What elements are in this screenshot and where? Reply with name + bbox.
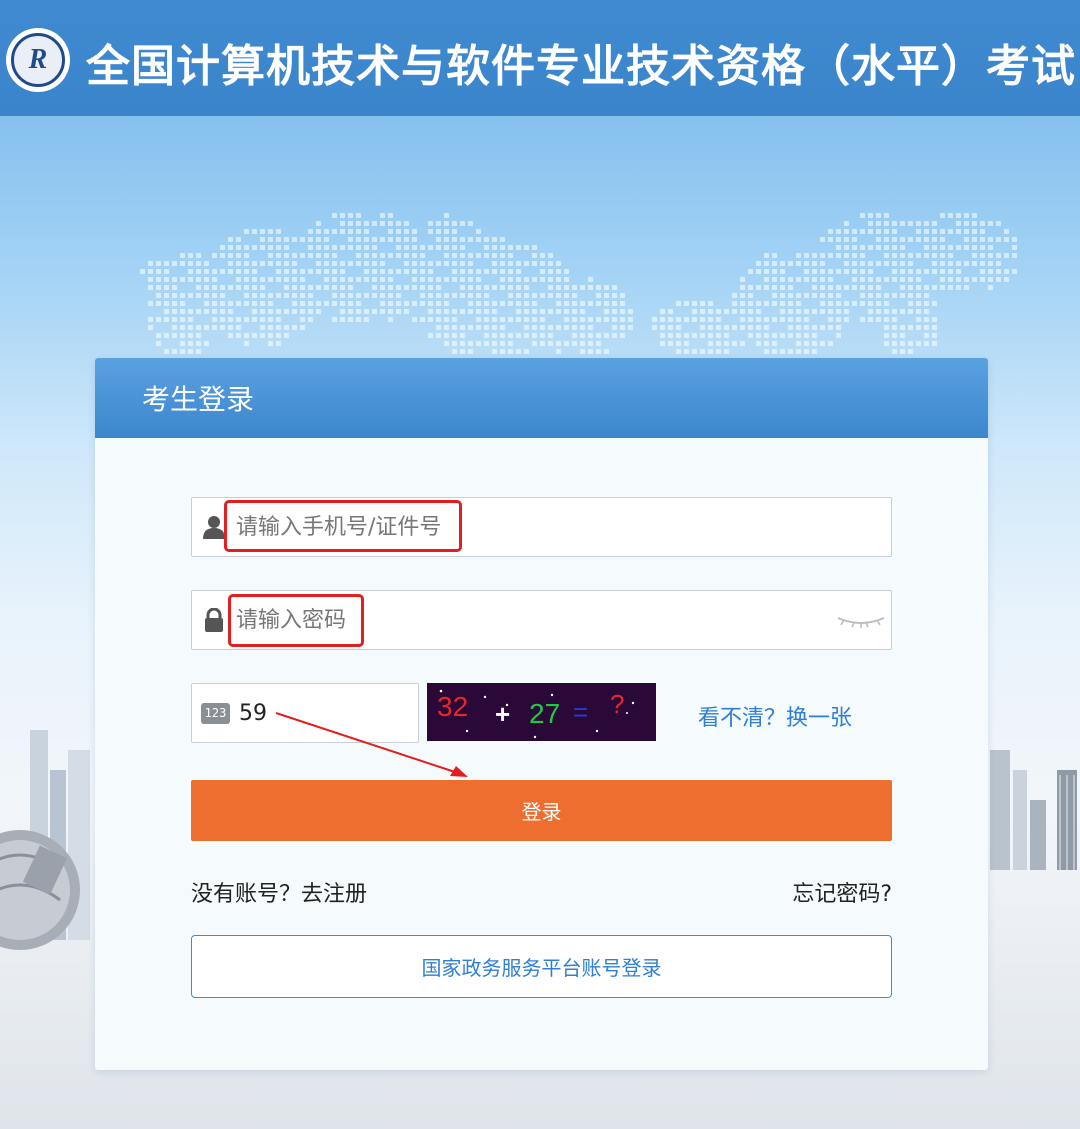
login-card: 考生登录 请输入手机号/证件号 123 59 32 + 27 = ? 看不清？换… <box>95 358 988 1070</box>
captcha-text-op: + <box>495 699 510 729</box>
register-link[interactable]: 没有账号？去注册 <box>191 876 367 908</box>
lock-icon <box>192 591 236 649</box>
captcha-text-q: ? <box>610 689 624 719</box>
login-button[interactable]: 登录 <box>191 780 892 841</box>
captcha-field[interactable]: 123 <box>191 683 419 743</box>
password-input[interactable] <box>236 600 831 640</box>
captcha-image[interactable]: 32 + 27 = ? <box>427 683 656 741</box>
site-title: 全国计算机技术与软件专业技术资格（水平）考试 <box>86 41 1076 92</box>
world-map-decoration <box>140 213 1017 354</box>
username-field[interactable] <box>191 497 892 557</box>
username-input[interactable] <box>236 507 891 547</box>
eye-closed-icon[interactable] <box>831 591 891 649</box>
logo-emblem-icon: R <box>11 33 65 87</box>
gov-platform-login-button[interactable]: 国家政务服务平台账号登录 <box>191 935 892 998</box>
captcha-input[interactable] <box>239 700 389 726</box>
site-header: R 全国计算机技术与软件专业技术资格（水平）考试 <box>0 0 1080 116</box>
login-title: 考生登录 <box>142 383 255 416</box>
login-card-header: 考生登录 <box>95 358 988 438</box>
password-field[interactable] <box>191 590 892 650</box>
captcha-refresh-link[interactable]: 看不清？换一张 <box>698 700 852 732</box>
captcha-text-a: 32 <box>437 691 468 722</box>
city-skyline-left <box>0 730 90 950</box>
exam-seal-logo: R <box>6 28 70 92</box>
user-icon <box>192 498 236 556</box>
forgot-password-link[interactable]: 忘记密码? <box>792 876 892 908</box>
captcha-text-eq: = <box>573 697 588 727</box>
captcha-text-b: 27 <box>529 698 560 729</box>
number-badge-icon: 123 <box>201 702 230 724</box>
city-skyline-right <box>990 750 1077 870</box>
